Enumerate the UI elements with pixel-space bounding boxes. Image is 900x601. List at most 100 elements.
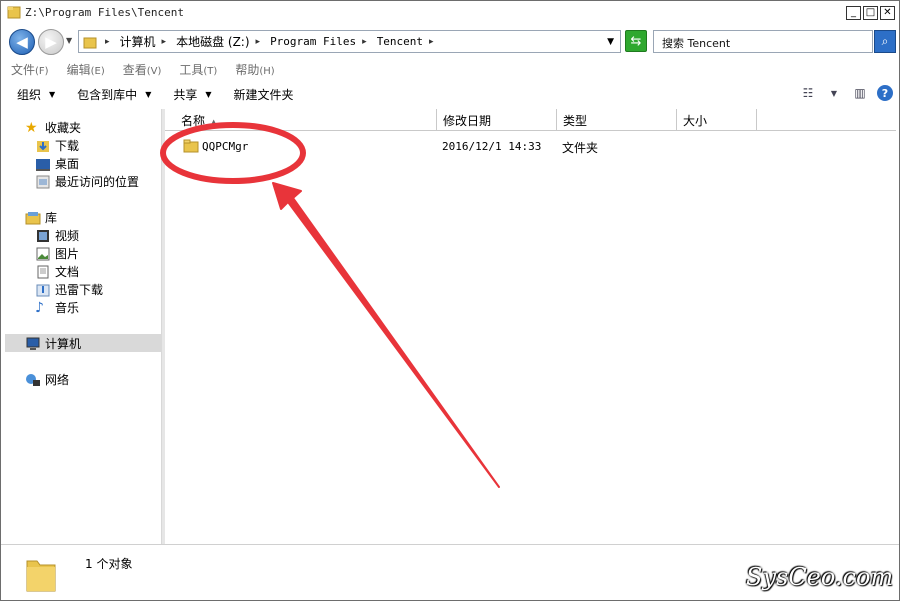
window-controls: _ □ ✕ (846, 6, 895, 20)
menu-file[interactable]: 文件(F) (11, 59, 49, 79)
search-button[interactable]: ⌕ (874, 30, 896, 53)
preview-pane-icon[interactable]: ▥ (851, 84, 869, 102)
nav-label: 迅雷下载 (55, 283, 104, 297)
column-header-name[interactable]: 名称 ▲ (165, 109, 437, 131)
address-row: ◀ ▶ ▼ ▸ 计算机 ▸ 本地磁盘 (Z:) ▸ Program Files ▸ T… (1, 27, 899, 57)
organize-label: 组织 (17, 87, 42, 102)
nav-downloads[interactable]: 下载 (35, 137, 79, 154)
maximize-button[interactable]: □ (863, 6, 878, 20)
nav-documents[interactable]: 文档 (35, 263, 79, 280)
nav-computer[interactable]: 计算机 (25, 335, 81, 352)
column-label: 类型 (563, 114, 588, 128)
address-bar[interactable]: ▸ 计算机 ▸ 本地磁盘 (Z:) ▸ Program Files ▸ Tencent… (78, 30, 621, 53)
column-header-date[interactable]: 修改日期 (437, 109, 557, 131)
title-bar: Z:\Program Files\Tencent _ □ ✕ (1, 1, 899, 25)
nav-libraries[interactable]: 库 (25, 209, 57, 226)
file-name: QQPCMgr (202, 140, 249, 153)
back-button[interactable]: ◀ (9, 29, 35, 55)
column-label: 名称 (181, 114, 206, 128)
search-placeholder: 搜索 Tencent (662, 37, 731, 50)
minimize-button[interactable]: _ (846, 6, 861, 20)
include-library-label: 包含到库中 (77, 87, 138, 102)
view-options-icon[interactable]: ☷ (799, 84, 817, 102)
thunder-download-icon (36, 284, 50, 296)
chevron-down-icon: ▼ (205, 89, 212, 99)
chevron-right-icon[interactable]: ▸ (362, 37, 367, 47)
close-button[interactable]: ✕ (880, 6, 895, 20)
search-input[interactable]: 搜索 Tencent (653, 30, 873, 53)
chevron-right-icon[interactable]: ▸ (429, 37, 434, 47)
nav-recent[interactable]: 最近访问的位置 (35, 173, 139, 190)
include-library-button[interactable]: 包含到库中 ▼ (77, 86, 151, 103)
breadcrumb-tencent[interactable]: Tencent ▸ (377, 35, 438, 48)
chevron-right-icon[interactable]: ▸ (162, 37, 167, 47)
breadcrumb-computer[interactable]: 计算机 ▸ (120, 33, 171, 50)
library-icon (25, 211, 41, 224)
watermark: SysCeo.com (746, 563, 894, 591)
nav-desktop[interactable]: 桌面 (35, 155, 79, 172)
refresh-icon: ⇆ (630, 33, 642, 49)
column-headers: 名称 ▲ 修改日期 类型 大小 (165, 109, 896, 131)
menu-label: 查看 (122, 63, 147, 77)
breadcrumb-local-disk[interactable]: 本地磁盘 (Z:) ▸ (176, 33, 264, 50)
file-type: 文件夹 (562, 141, 599, 155)
chevron-right-icon[interactable]: ▸ (256, 37, 261, 47)
nav-thunder-downloads[interactable]: 迅雷下载 (35, 281, 103, 298)
share-button[interactable]: 共享 ▼ (173, 86, 211, 103)
menu-label: 文件 (11, 63, 36, 77)
nav-network[interactable]: 网络 (25, 371, 69, 388)
breadcrumb-program-files[interactable]: Program Files ▸ (270, 35, 371, 48)
help-icon[interactable]: ? (877, 85, 893, 101)
breadcrumb-label: Program Files (270, 35, 357, 48)
view-dropdown-icon[interactable]: ▼ (825, 84, 843, 102)
address-dropdown-icon[interactable]: ▼ (607, 37, 614, 47)
table-row[interactable]: QQPCMgr 2016/12/1 14:33 文件夹 (165, 137, 896, 157)
breadcrumb-root-arrow[interactable]: ▸ (105, 37, 114, 47)
menu-label: 编辑 (66, 63, 91, 77)
new-folder-button[interactable]: 新建文件夹 (234, 86, 294, 103)
picture-icon (36, 247, 50, 260)
new-folder-label: 新建文件夹 (233, 87, 294, 102)
forward-button[interactable]: ▶ (38, 29, 64, 55)
file-date: 2016/12/1 14:33 (442, 140, 542, 153)
folder-icon (183, 139, 199, 153)
nav-label: 网络 (45, 373, 70, 387)
scrollbar[interactable] (892, 131, 896, 544)
column-header-type[interactable]: 类型 (557, 109, 677, 131)
nav-label: 桌面 (55, 157, 80, 171)
menu-tools[interactable]: 工具(T) (179, 59, 217, 79)
command-toolbar: 组织 ▼ 包含到库中 ▼ 共享 ▼ 新建文件夹 ☷ ▼ ▥ ? (1, 81, 899, 107)
computer-icon (26, 337, 40, 350)
star-icon: ★ (25, 119, 38, 136)
column-label: 修改日期 (443, 114, 492, 128)
back-icon: ◀ (16, 33, 28, 51)
nav-pictures[interactable]: 图片 (35, 245, 79, 262)
window-title: Z:\Program Files\Tencent (25, 6, 184, 19)
nav-label: 音乐 (55, 301, 80, 315)
refresh-button[interactable]: ⇆ (625, 30, 647, 52)
column-header-size[interactable]: 大小 (677, 109, 757, 131)
nav-label: 库 (45, 211, 58, 225)
nav-label: 最近访问的位置 (55, 175, 140, 189)
menu-key: (E) (90, 66, 105, 77)
search-icon: ⌕ (881, 34, 889, 48)
nav-favorites[interactable]: ★ 收藏夹 (25, 119, 81, 136)
downloads-icon (37, 140, 49, 152)
menu-label: 帮助 (235, 63, 260, 77)
nav-label: 图片 (55, 247, 80, 261)
breadcrumb-label: Tencent (376, 35, 424, 48)
nav-music[interactable]: ♪ 音乐 (35, 299, 79, 316)
menu-help[interactable]: 帮助(H) (235, 59, 274, 79)
menu-view[interactable]: 查看(V) (123, 59, 162, 79)
sort-ascending-icon: ▲ (211, 117, 217, 126)
folder-icon (26, 560, 56, 592)
menu-edit[interactable]: 编辑(E) (67, 59, 105, 79)
column-label: 大小 (683, 114, 708, 128)
chevron-down-icon: ▼ (49, 89, 56, 99)
nav-videos[interactable]: 视频 (35, 227, 79, 244)
network-icon (26, 373, 40, 386)
menu-label: 工具 (179, 63, 204, 77)
history-dropdown-icon[interactable]: ▼ (66, 36, 72, 45)
organize-button[interactable]: 组织 ▼ (17, 86, 55, 103)
explorer-window: Z:\Program Files\Tencent _ □ ✕ ◀ ▶ ▼ ▸ 计… (0, 0, 900, 601)
